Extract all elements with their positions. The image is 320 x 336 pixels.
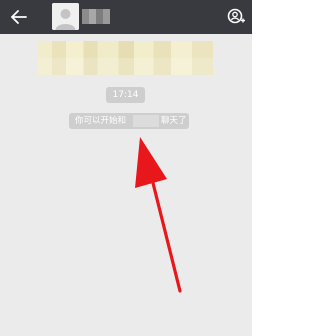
system-message-prefix: 你可以开始和	[75, 116, 127, 126]
system-message-blurred-name	[133, 115, 159, 127]
person-settings-icon[interactable]	[225, 5, 247, 27]
chat-header-bar	[0, 0, 252, 34]
arrow-shaft	[149, 173, 182, 293]
chat-timestamp: 17:14	[106, 87, 145, 103]
chat-screen: 17:14 你可以开始和 聊天了	[0, 0, 252, 336]
default-avatar-icon	[52, 3, 79, 30]
system-message: 你可以开始和 聊天了	[69, 113, 189, 129]
contact-avatar[interactable]	[52, 3, 79, 30]
arrow-left-icon[interactable]	[8, 6, 30, 28]
blurred-banner	[38, 41, 213, 75]
contact-name	[82, 9, 110, 24]
arrow-head	[135, 137, 167, 188]
system-message-suffix: 聊天了	[161, 116, 187, 126]
